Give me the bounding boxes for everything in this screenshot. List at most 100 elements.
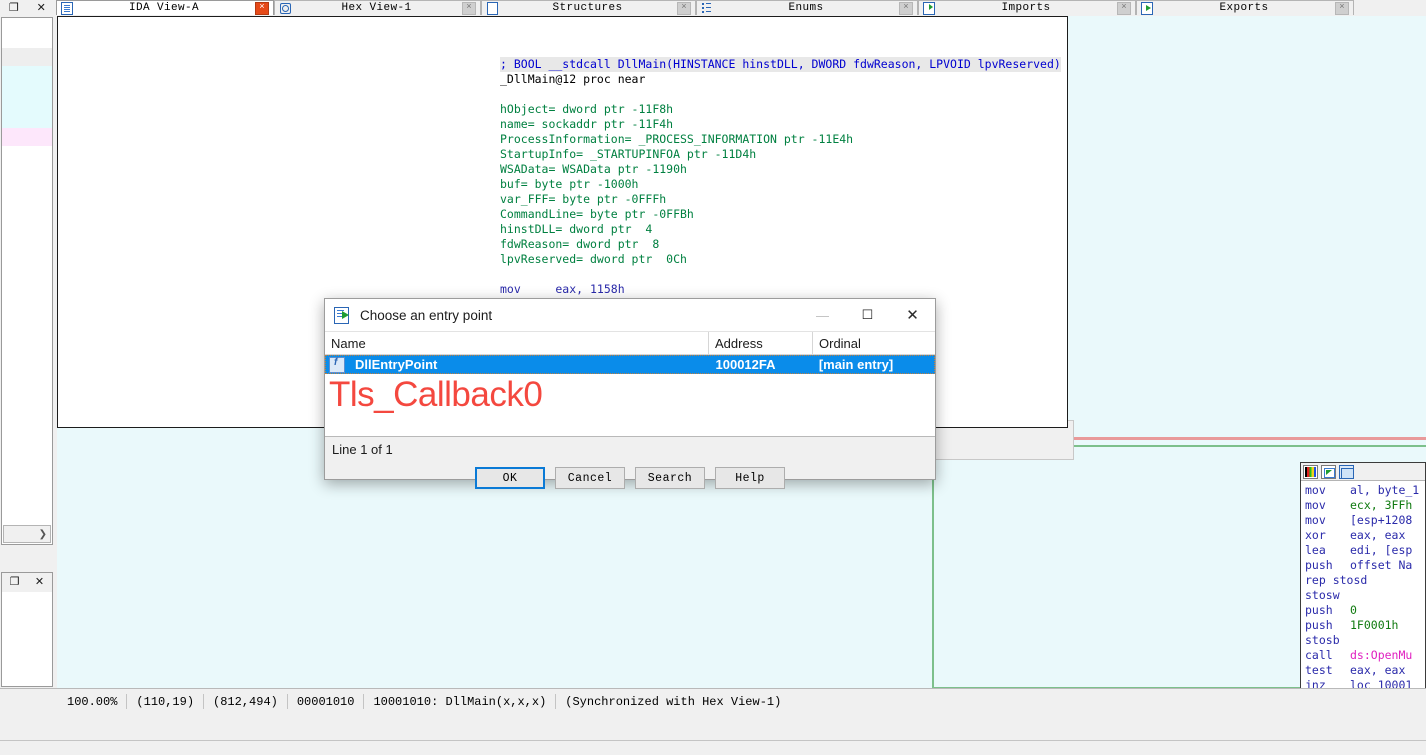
disassembly-line: _DllMain@12 proc near [500, 72, 646, 86]
close-panel-icon[interactable]: ✕ [33, 577, 47, 589]
secondary-disassembly-panel[interactable]: mov al, byte_1 mov ecx, 3FFh mov [esp+1208 xor… [1300, 462, 1426, 695]
operand: eax, eax [1350, 528, 1406, 542]
close-window-icon[interactable]: ✕ [34, 2, 48, 14]
disassembly-line [500, 267, 1061, 282]
tab-structures[interactable]: Structures × [481, 0, 696, 15]
mnemonic: xor [1305, 528, 1326, 542]
mnemonic: mov [1305, 483, 1326, 497]
restore-panel-icon[interactable]: ❐ [8, 577, 22, 589]
code-line: push 0 [1305, 603, 1419, 618]
tab-close-icon[interactable]: × [1117, 1, 1131, 15]
ok-button[interactable]: OK [475, 467, 545, 489]
disassembly-line: hObject= dword ptr -11F8h [500, 102, 674, 116]
tls-callback-overlay-text: Tls_Callback0 [329, 375, 543, 414]
bottom-filler [0, 713, 1426, 755]
mnemonic: call [1305, 648, 1333, 662]
navigator-band [2, 18, 52, 48]
cell-address: 100012FA [715, 357, 776, 372]
cell-name: DllEntryPoint [355, 357, 438, 372]
exports-icon [1140, 2, 1153, 15]
navigator-panel[interactable]: ❯ [1, 17, 53, 545]
dialog-status-line: Line 1 of 1 [325, 436, 935, 461]
entry-list-body[interactable]: DllEntryPoint 100012FA [main entry] Tls_Ca… [325, 355, 935, 436]
code-line: xor eax, eax [1305, 528, 1419, 543]
disassembly-listing: ; BOOL __stdcall DllMain(HINSTANCE hinst… [500, 57, 1061, 297]
status-cell: 00001010 [288, 694, 365, 709]
graph-overview-icon[interactable] [1339, 464, 1354, 479]
search-button[interactable]: Search [635, 467, 705, 489]
left-dock-header: ❐ ✕ [0, 0, 55, 17]
color-swatch-icon[interactable] [1303, 464, 1318, 479]
mnemonic: push [1305, 603, 1333, 617]
secondary-panel-body[interactable] [1, 592, 53, 687]
ida-main-window: ❐ ✕ IDA View-A × Hex View-1 × Structures × Enu… [0, 0, 1426, 755]
dialog-close-button[interactable]: ✕ [890, 300, 935, 331]
entry-row-list: DllEntryPoint 100012FA [main entry] [325, 355, 935, 374]
dialog-title-bar: Choose an entry point — ☐ ✕ [325, 299, 935, 332]
tab-imports[interactable]: Imports × [918, 0, 1136, 15]
mnemonic: stosb [1305, 633, 1340, 647]
secondary-panel-header: ❐ ✕ [1, 572, 53, 592]
status-cell: 10001010: DllMain(x,x,x) [364, 694, 557, 709]
operand: al, byte_1 [1350, 483, 1420, 497]
tab-close-icon[interactable]: × [1335, 1, 1349, 15]
disassembly-line: mov eax, 1158h [500, 282, 625, 296]
code-line: push 1F0001h [1305, 618, 1419, 633]
tab-label: Enums [788, 2, 824, 14]
navigator-band [2, 66, 52, 128]
hex-circle-icon [278, 2, 291, 14]
code-line: mov [esp+1208 [1305, 513, 1419, 528]
code-line: stosw [1305, 588, 1419, 603]
tab-close-icon[interactable]: × [255, 1, 269, 15]
tab-ida-view-a[interactable]: IDA View-A × [56, 0, 274, 15]
dialog-maximize-button[interactable]: ☐ [845, 300, 890, 331]
operand: ds:OpenMu [1350, 648, 1413, 662]
tab-close-icon[interactable]: × [677, 1, 691, 15]
tab-label: Exports [1219, 2, 1269, 14]
cancel-button[interactable]: Cancel [555, 467, 625, 489]
chevron-right-icon: ❯ [38, 528, 47, 540]
dialog-button-row: OK Cancel Search Help [325, 465, 935, 491]
choose-entry-point-dialog[interactable]: Choose an entry point — ☐ ✕ Name Address… [324, 298, 936, 489]
status-cell: 100.00% [58, 694, 128, 709]
disassembly-line: WSAData= WSAData ptr -1190h [500, 162, 687, 176]
panel-toolbar [1301, 463, 1425, 481]
imports-icon [922, 2, 935, 15]
column-header-ordinal[interactable]: Ordinal [812, 332, 935, 354]
tab-label: Imports [1001, 2, 1051, 14]
column-header-name[interactable]: Name [325, 332, 708, 354]
cell-ordinal: [main entry] [818, 357, 894, 372]
dialog-minimize-button[interactable]: — [800, 300, 845, 331]
code-line: test eax, eax [1305, 663, 1419, 678]
mnemonic: stosw [1305, 588, 1340, 602]
tab-label: Hex View-1 [341, 2, 412, 14]
operand: [esp+1208 [1350, 513, 1413, 527]
entry-point-icon [334, 307, 352, 324]
code-line: mov ecx, 3FFh [1305, 498, 1419, 513]
status-cell: (812,494) [204, 694, 288, 709]
operand: offset Na [1350, 558, 1413, 572]
table-row[interactable]: DllEntryPoint 100012FA [main entry] [325, 355, 935, 374]
pencil-edit-icon[interactable] [1321, 464, 1336, 479]
tab-close-icon[interactable]: × [899, 1, 913, 15]
mnemonic: mov [1305, 498, 1326, 512]
tab-exports[interactable]: Exports × [1136, 0, 1354, 15]
help-button[interactable]: Help [715, 467, 785, 489]
disassembly-line: fdwReason= dword ptr 8 [500, 237, 660, 251]
disassembly-line: buf= byte ptr -1000h [500, 177, 639, 191]
restore-window-icon[interactable]: ❐ [7, 2, 21, 14]
operand: eax, eax [1350, 663, 1406, 677]
entry-list-header: Name Address Ordinal [325, 332, 935, 355]
code-line: call ds:OpenMu [1305, 648, 1419, 663]
tab-hex-view-1[interactable]: Hex View-1 × [274, 0, 481, 15]
tab-enums[interactable]: Enums × [696, 0, 918, 15]
mnemonic: push [1305, 618, 1333, 632]
navigator-band [2, 128, 52, 146]
enums-icon [700, 2, 713, 14]
status-cell: (Synchronized with Hex View-1) [565, 694, 782, 709]
tab-close-icon[interactable]: × [462, 1, 476, 15]
column-header-address[interactable]: Address [708, 332, 812, 354]
dialog-title: Choose an entry point [360, 307, 493, 323]
navigator-expand-button[interactable]: ❯ [3, 525, 51, 543]
operand: 1F0001h [1350, 618, 1399, 632]
